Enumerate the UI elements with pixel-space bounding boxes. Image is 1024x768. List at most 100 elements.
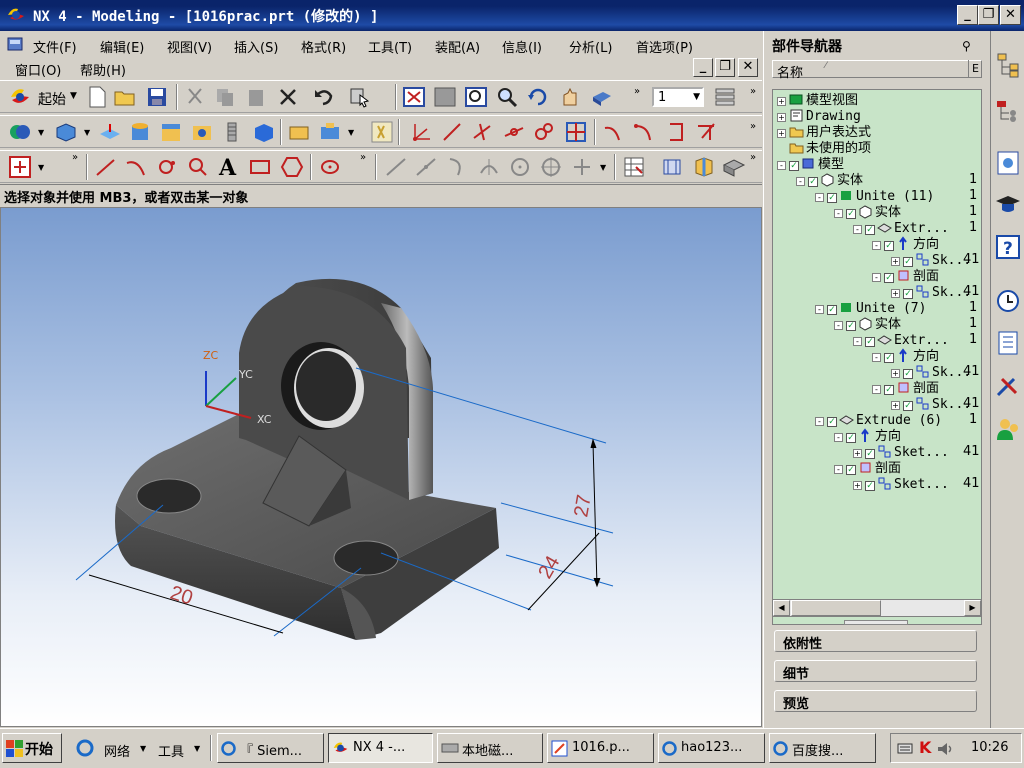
history-palette-icon[interactable]: [994, 149, 1022, 177]
expand-icon[interactable]: +: [777, 129, 786, 138]
trim-icon[interactable]: [694, 120, 718, 144]
menu-window[interactable]: 窗口(O): [15, 60, 61, 79]
start-button[interactable]: 起始: [38, 89, 66, 109]
column-name-header[interactable]: 名称: [777, 62, 803, 81]
face-icon[interactable]: [660, 155, 684, 179]
volume-icon[interactable]: [935, 740, 955, 758]
quick-tools[interactable]: 工具: [158, 741, 184, 760]
new-file-icon[interactable]: [85, 85, 109, 109]
hole-icon[interactable]: [190, 120, 214, 144]
tree-node[interactable]: - ✓ Unite (11): [815, 188, 934, 204]
line-icon[interactable]: [440, 120, 464, 144]
profile-icon[interactable]: [94, 155, 118, 179]
tree-node[interactable]: + ✓ Sket...: [853, 476, 949, 492]
collapse-icon[interactable]: -: [872, 353, 881, 362]
checkbox-icon[interactable]: ✓: [865, 449, 875, 459]
tree-node[interactable]: - ✓ 模型: [777, 156, 844, 172]
tree-header[interactable]: 名称 ⁄ E: [772, 60, 982, 81]
grid-icon[interactable]: [564, 120, 588, 144]
zoom-box-icon[interactable]: [464, 85, 488, 109]
menu-help[interactable]: 帮助(H): [80, 60, 126, 79]
clock[interactable]: 10:26: [971, 740, 1008, 755]
save-icon[interactable]: [145, 85, 169, 109]
scroll-thumb[interactable]: [791, 600, 881, 616]
task-nx4[interactable]: NX 4 -...: [328, 733, 433, 763]
extrude-icon[interactable]: [98, 120, 122, 144]
text-icon[interactable]: A: [219, 155, 236, 181]
tree-node[interactable]: - ✓ 剖面: [872, 268, 939, 284]
boss-icon[interactable]: [318, 120, 342, 144]
tree-node[interactable]: - ✓ 实体: [834, 204, 901, 220]
table-edit-icon[interactable]: [622, 155, 646, 179]
fit-view-icon[interactable]: [402, 85, 426, 109]
menu-analysis[interactable]: 分析(L): [569, 37, 612, 56]
tree-node[interactable]: + ✓ Sk...: [891, 364, 971, 380]
checkbox-icon[interactable]: ✓: [903, 369, 913, 379]
tree-node[interactable]: - ✓ 剖面: [872, 380, 939, 396]
checkbox-icon[interactable]: ✓: [884, 241, 894, 251]
menu-assembly[interactable]: 装配(A): [435, 37, 480, 56]
tree-node[interactable]: + 用户表达式: [777, 124, 871, 140]
checkbox-icon[interactable]: ✓: [846, 465, 856, 475]
open-folder-icon[interactable]: [113, 85, 137, 109]
collapse-icon[interactable]: -: [815, 193, 824, 202]
scroll-left-icon[interactable]: ◀: [773, 600, 790, 616]
rotate-icon[interactable]: [526, 85, 550, 109]
menu-info[interactable]: 信息(I): [502, 37, 542, 56]
thread-icon[interactable]: [220, 120, 244, 144]
checkbox-icon[interactable]: ✓: [884, 273, 894, 283]
checkbox-icon[interactable]: ✓: [846, 209, 856, 219]
zoom-window-icon[interactable]: [433, 85, 457, 109]
tree-node[interactable]: - ✓ 实体: [796, 172, 863, 188]
quick-network[interactable]: 网络: [104, 741, 130, 760]
tree-node[interactable]: - ✓ 方向: [872, 348, 939, 364]
model-render[interactable]: 27 24 20 ZC YC XC: [1, 208, 762, 727]
collapse-icon[interactable]: -: [872, 273, 881, 282]
pan-icon[interactable]: [558, 85, 582, 109]
zoom-icon[interactable]: [495, 85, 519, 109]
checkbox-icon[interactable]: ✓: [884, 385, 894, 395]
checkbox-icon[interactable]: ✓: [884, 353, 894, 363]
scroll-right-icon[interactable]: ▶: [964, 600, 981, 616]
revolve-icon[interactable]: [128, 120, 152, 144]
curve-icon[interactable]: [601, 120, 625, 144]
undo-icon[interactable]: [312, 85, 336, 109]
keyboard-icon[interactable]: [897, 741, 913, 755]
pocket-icon[interactable]: [252, 120, 276, 144]
sketch-icon[interactable]: [8, 155, 32, 179]
copy-icon[interactable]: [213, 85, 237, 109]
history-icon[interactable]: [994, 287, 1022, 315]
tree-node[interactable]: - ✓ 剖面: [834, 460, 901, 476]
dependencies-panel[interactable]: 依附性: [774, 630, 977, 652]
expand-icon[interactable]: +: [891, 289, 900, 298]
roles-icon[interactable]: [994, 415, 1022, 443]
arc-point-icon[interactable]: [502, 120, 526, 144]
work-layer-select[interactable]: 1 ▼: [652, 87, 704, 107]
tree-node[interactable]: + ✓ Sk...: [891, 396, 971, 412]
checkbox-icon[interactable]: ✓: [789, 161, 799, 171]
doc-restore-button[interactable]: ❐: [715, 58, 735, 77]
task-baidu[interactable]: 百度搜...: [769, 733, 876, 763]
checkbox-icon[interactable]: ✓: [903, 401, 913, 411]
delete-icon[interactable]: [276, 85, 300, 109]
ie-icon[interactable]: [76, 739, 94, 757]
pin-icon[interactable]: ⚲: [962, 39, 971, 53]
tree-node[interactable]: - ✓ Extrude (6): [815, 412, 942, 428]
checkbox-icon[interactable]: ✓: [846, 321, 856, 331]
expand-icon[interactable]: +: [777, 97, 786, 106]
menu-file[interactable]: 文件(F): [33, 37, 77, 56]
assembly-icon[interactable]: [722, 155, 746, 179]
paste-icon[interactable]: [244, 85, 268, 109]
menu-view[interactable]: 视图(V): [167, 37, 212, 56]
expand-icon[interactable]: +: [891, 257, 900, 266]
tree-node[interactable]: + ✓ Sket...: [853, 444, 949, 460]
shell-icon[interactable]: [692, 155, 716, 179]
splitter-handle[interactable]: [844, 620, 908, 625]
pad-icon[interactable]: [287, 120, 311, 144]
start-menu-button[interactable]: 开始: [2, 733, 62, 763]
doc-close-button[interactable]: ✕: [738, 58, 758, 77]
tree-node[interactable]: - ✓ Extr...: [853, 332, 949, 348]
menu-format[interactable]: 格式(R): [301, 37, 346, 56]
collapse-icon[interactable]: -: [853, 337, 862, 346]
navigator-tree[interactable]: + 模型视图 + Drawing + 用户表达式 未使用的项 - ✓ 模型 - ✓ 实体 1- ✓ Unite…: [772, 89, 982, 625]
